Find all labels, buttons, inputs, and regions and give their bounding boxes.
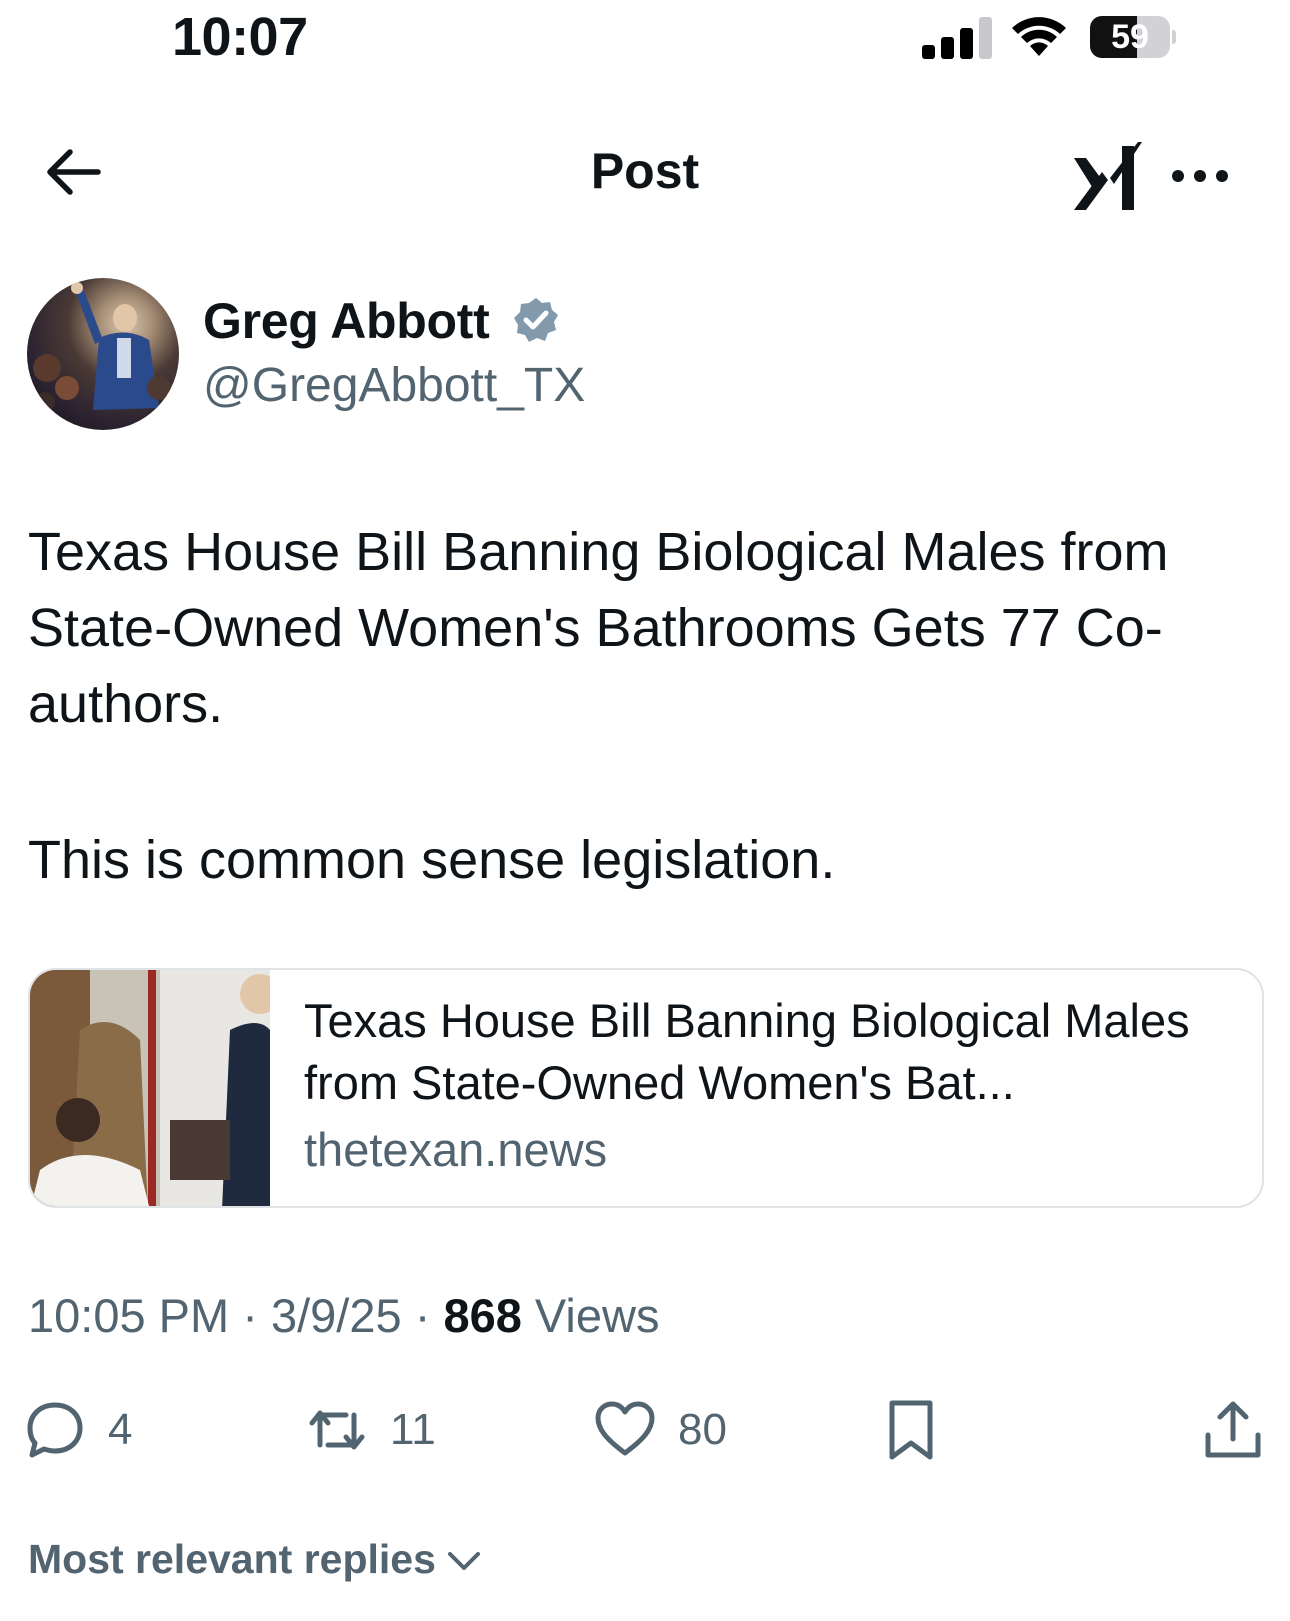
battery-level: 59 [1111,18,1149,56]
share-button[interactable] [1202,1398,1264,1462]
post-screen: 10:07 59 Post Greg Abbott @GregAbbott_TX… [0,0,1290,1621]
author-name[interactable]: Greg Abbott [203,292,490,350]
battery-icon: 59 [1090,16,1176,58]
tweet-text-paragraph-2: This is common sense legislation. [28,830,836,890]
wifi-icon [1012,17,1066,56]
repost-count: 11 [390,1405,436,1454]
grok-icon[interactable] [1072,138,1144,212]
views-label: Views [534,1289,660,1342]
link-preview-card[interactable]: Texas House Bill Banning Biological Male… [28,968,1264,1208]
link-preview-image [30,970,270,1206]
reply-count: 4 [108,1405,133,1454]
bookmark-icon [889,1400,933,1460]
link-preview-domain: thetexan.news [304,1123,608,1176]
signal-strength-icon [922,12,994,62]
like-count: 80 [678,1405,727,1454]
post-meta: 10:05 PM · 3/9/25 · 868 Views [28,1288,659,1343]
author-avatar[interactable] [27,278,179,430]
author-handle[interactable]: @GregAbbott_TX [203,358,585,413]
meta-separator: · [242,1289,271,1342]
views-count: 868 [443,1289,522,1342]
tweet-text: Texas House Bill Banning Biological Male… [28,522,1169,734]
share-icon [1205,1401,1261,1458]
meta-separator: · [414,1289,444,1342]
replies-sort-dropdown[interactable]: Most relevant replies [28,1536,486,1583]
reply-button[interactable]: 4 [24,1398,132,1462]
verified-badge-icon [514,298,558,342]
chevron-down-icon [447,1551,480,1570]
post-date: 3/9/25 [270,1289,402,1342]
replies-sort-label: Most relevant replies [28,1536,436,1582]
link-preview-title: Texas House Bill Banning Biological Male… [304,994,1190,1109]
bookmark-button[interactable] [880,1398,942,1462]
like-button[interactable]: 80 [594,1398,727,1462]
heart-icon [595,1401,655,1456]
reply-icon [27,1402,83,1458]
more-options-icon[interactable] [1168,152,1232,200]
post-time: 10:05 PM [28,1289,230,1342]
repost-icon [309,1410,365,1450]
status-time: 10:07 [172,7,308,67]
repost-button[interactable]: 11 [306,1398,436,1462]
